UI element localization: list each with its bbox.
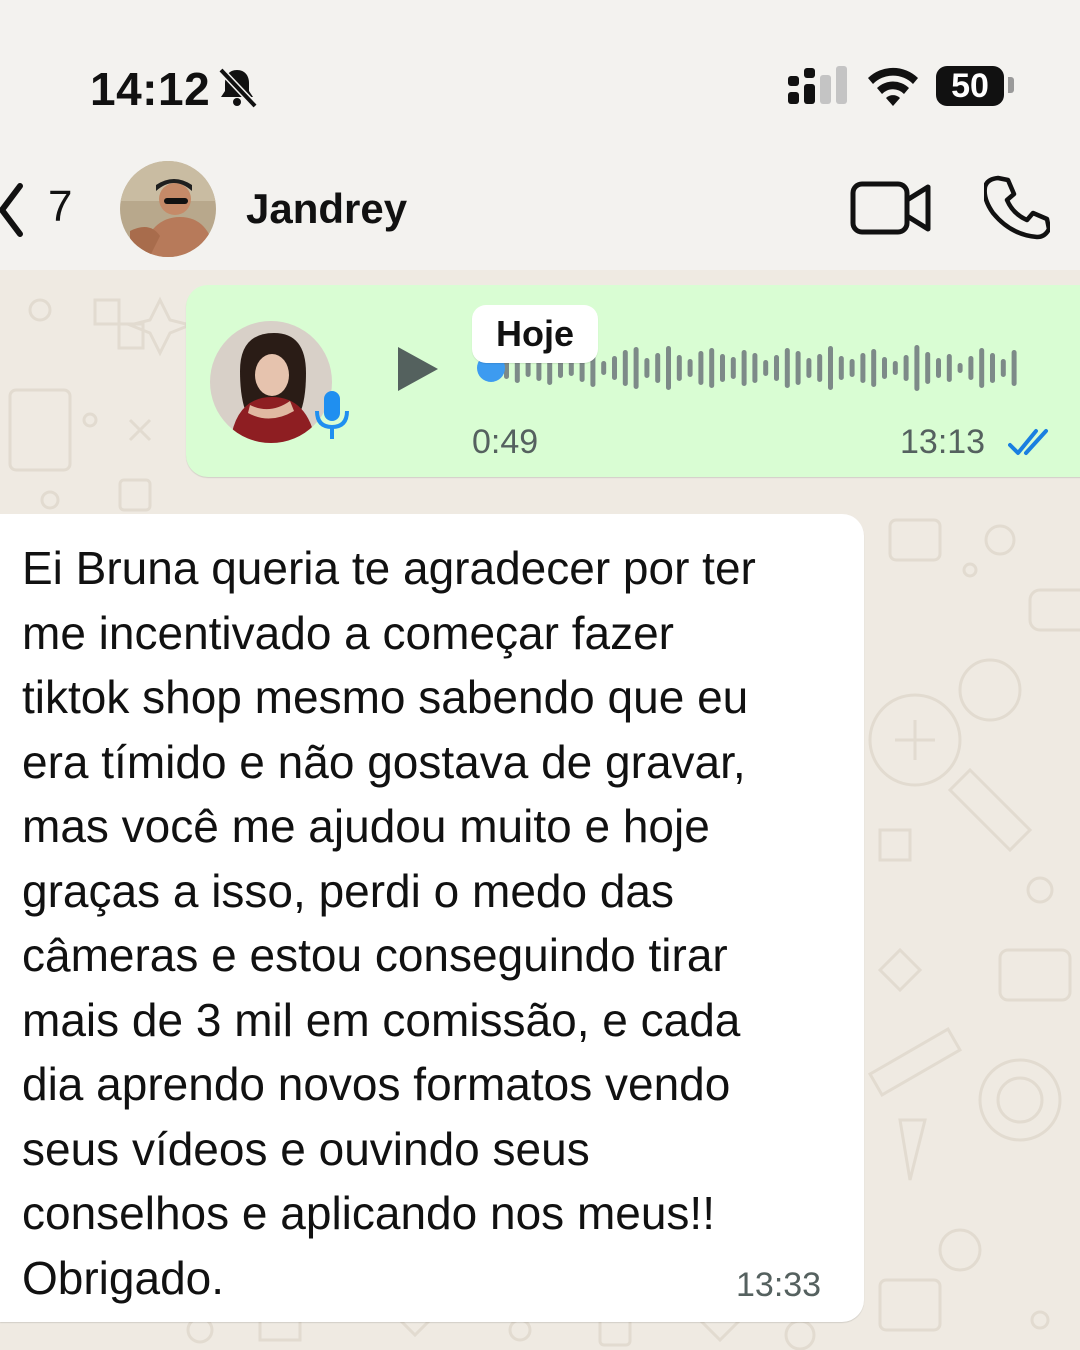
waveform-bar <box>698 351 704 385</box>
waveform-bar <box>828 346 833 390</box>
read-ticks-icon <box>1008 429 1048 455</box>
message-timestamp: 13:33 <box>736 1266 822 1304</box>
contact-name[interactable]: Jandrey <box>246 185 407 233</box>
waveform-bar <box>936 358 941 378</box>
waveform-bar <box>871 349 877 387</box>
audio-message-bubble[interactable]: Hoje 0:49 13:13 <box>186 285 1080 477</box>
waveform-bar <box>687 359 693 377</box>
waveform-bar <box>1011 350 1017 386</box>
waveform-bar <box>774 355 779 381</box>
waveform-bar <box>957 363 963 373</box>
waveform-bar <box>601 361 607 375</box>
status-bar: 14:12 50 <box>0 0 1080 160</box>
waveform-bar <box>709 348 715 388</box>
waveform-bar <box>892 361 898 375</box>
waveform-bar <box>741 350 747 386</box>
waveform-bar <box>817 354 823 382</box>
unread-count[interactable]: 7 <box>48 182 72 232</box>
wifi-icon <box>868 67 918 106</box>
waveform-bar <box>903 355 909 381</box>
waveform-bar <box>990 353 995 383</box>
waveform-bar <box>795 351 801 385</box>
waveform-bar <box>946 354 952 382</box>
microphone-icon <box>315 391 349 439</box>
back-chevron-icon[interactable] <box>0 178 30 242</box>
waveform-bar <box>655 353 661 383</box>
waveform-bar <box>644 358 650 378</box>
waveform-bar <box>806 358 812 378</box>
silent-bell-icon <box>218 67 258 108</box>
waveform-bar <box>730 357 736 379</box>
waveform-bar <box>633 347 639 389</box>
waveform-bar <box>1000 359 1006 377</box>
waveform-bar <box>676 355 682 381</box>
waveform-bar <box>860 353 866 383</box>
text-message-bubble[interactable]: Ei Bruna queria te agradecer por ter me … <box>0 514 864 1322</box>
waveform-bar <box>968 356 974 380</box>
message-text: Ei Bruna queria te agradecer por ter me … <box>22 542 756 1304</box>
waveform-bar <box>979 348 985 388</box>
video-call-icon[interactable] <box>850 180 932 236</box>
waveform-bar <box>882 357 887 379</box>
waveform-bar <box>784 348 790 388</box>
waveform-bar <box>622 350 628 386</box>
waveform-bar <box>849 359 855 377</box>
battery-tip <box>1008 77 1014 93</box>
status-time: 14:12 <box>90 63 211 115</box>
audio-timestamp: 13:13 <box>900 423 986 461</box>
waveform-bar <box>612 356 617 380</box>
waveform-bar <box>925 352 931 384</box>
date-label: Hoje <box>472 305 599 363</box>
battery-indicator: 50 <box>936 66 1004 106</box>
waveform-bar <box>838 356 844 380</box>
voice-call-icon[interactable] <box>984 174 1050 240</box>
waveform-bar <box>666 346 671 390</box>
waveform-bar <box>914 345 920 391</box>
contact-avatar[interactable] <box>120 161 216 257</box>
chat-header: 7 Jandrey <box>0 160 1080 270</box>
waveform-bar <box>720 354 725 382</box>
waveform-bar <box>763 360 769 376</box>
battery-level: 50 <box>951 67 989 105</box>
play-icon[interactable] <box>396 345 440 393</box>
audio-duration: 0:49 <box>472 423 539 461</box>
signal-icon <box>788 66 847 104</box>
waveform-bar <box>752 353 758 383</box>
